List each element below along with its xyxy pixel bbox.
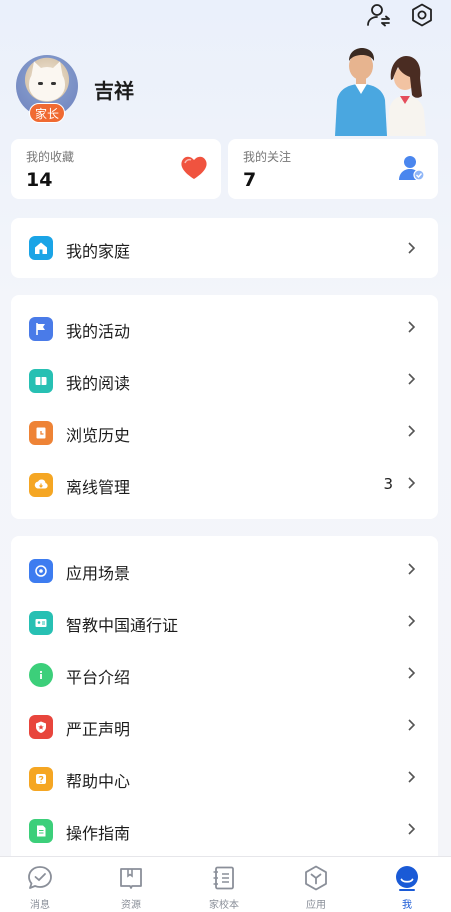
menu-item-label: 我的阅读 bbox=[66, 374, 131, 393]
menu-item-guide[interactable]: 操作指南 bbox=[11, 805, 438, 857]
tab-resources[interactable]: 资源 bbox=[86, 857, 176, 912]
apps-hexagon-icon bbox=[305, 865, 327, 891]
parents-illustration bbox=[327, 44, 437, 136]
user-name: 吉祥 bbox=[94, 79, 134, 103]
menu-item-scenes[interactable]: 应用场景 bbox=[11, 545, 438, 597]
follow-user-icon bbox=[399, 156, 425, 181]
other-card: 应用场景 智教中国通行证 平台介绍 严正声明 帮助中心 操作指南 bbox=[11, 536, 438, 866]
info-icon bbox=[29, 663, 53, 687]
favorites-count: 14 bbox=[26, 169, 53, 191]
chevron-right-icon bbox=[408, 719, 416, 731]
tab-me[interactable]: 我 bbox=[362, 857, 451, 912]
settings-hexagon-icon[interactable] bbox=[409, 2, 435, 28]
guide-icon bbox=[29, 819, 53, 843]
favorites-card[interactable]: 我的收藏 14 bbox=[11, 139, 221, 199]
tab-apps[interactable]: 应用 bbox=[271, 857, 361, 912]
chevron-right-icon bbox=[408, 242, 416, 254]
menu-item-label: 我的活动 bbox=[66, 322, 131, 341]
home-icon bbox=[29, 236, 53, 260]
following-label: 我的关注 bbox=[243, 150, 292, 164]
download-icon bbox=[29, 473, 53, 497]
chevron-right-icon bbox=[408, 615, 416, 627]
chevron-right-icon bbox=[408, 667, 416, 679]
tab-messages[interactable]: 消息 bbox=[0, 857, 85, 912]
menu-item-platform-intro[interactable]: 平台介绍 bbox=[11, 649, 438, 701]
menu-item-label: 平台介绍 bbox=[66, 668, 131, 687]
message-icon bbox=[28, 866, 52, 889]
menu-item-passport[interactable]: 智教中国通行证 bbox=[11, 597, 438, 649]
top-bar bbox=[0, 0, 451, 32]
history-icon bbox=[29, 421, 53, 445]
chevron-right-icon bbox=[408, 771, 416, 783]
menu-item-label: 应用场景 bbox=[66, 564, 131, 583]
bottom-tab-bar: 消息 资源 家校本 应用 我 bbox=[0, 856, 451, 912]
flag-icon bbox=[29, 317, 53, 341]
menu-item-help[interactable]: 帮助中心 bbox=[11, 753, 438, 805]
menu-item-label: 我的家庭 bbox=[66, 242, 131, 261]
user-switch-icon[interactable] bbox=[366, 2, 392, 28]
following-count: 7 bbox=[243, 169, 257, 191]
scene-icon bbox=[29, 559, 53, 583]
following-card[interactable]: 我的关注 7 bbox=[228, 139, 438, 199]
offline-count: 3 bbox=[383, 475, 393, 493]
notebook-icon bbox=[213, 866, 234, 890]
id-card-icon bbox=[29, 611, 53, 635]
menu-item-reading[interactable]: 我的阅读 bbox=[11, 355, 438, 407]
shield-icon bbox=[29, 715, 53, 739]
help-icon bbox=[29, 767, 53, 791]
menu-item-history[interactable]: 浏览历史 bbox=[11, 407, 438, 459]
menu-item-label: 操作指南 bbox=[66, 824, 131, 843]
menu-item-label: 严正声明 bbox=[66, 720, 131, 739]
chevron-right-icon bbox=[408, 425, 416, 437]
menu-item-family[interactable]: 我的家庭 bbox=[11, 218, 438, 278]
resource-book-icon bbox=[120, 868, 142, 889]
tab-notebook[interactable]: 家校本 bbox=[179, 857, 269, 912]
personal-card: 我的活动 我的阅读 浏览历史 离线管理 3 bbox=[11, 295, 438, 519]
chevron-right-icon bbox=[408, 563, 416, 575]
chevron-right-icon bbox=[408, 321, 416, 333]
menu-item-label: 浏览历史 bbox=[66, 426, 131, 445]
menu-item-label: 离线管理 bbox=[66, 478, 131, 497]
chevron-right-icon bbox=[408, 823, 416, 835]
family-card: 我的家庭 bbox=[11, 218, 438, 278]
role-badge: 家长 bbox=[29, 103, 65, 123]
chevron-right-icon bbox=[408, 477, 416, 489]
tab-label: 家校本 bbox=[209, 900, 239, 911]
tab-label: 消息 bbox=[30, 900, 50, 911]
profile-icon bbox=[396, 866, 418, 891]
menu-item-label: 帮助中心 bbox=[66, 772, 131, 791]
heart-icon bbox=[181, 156, 207, 179]
tab-label: 我 bbox=[402, 900, 412, 911]
stats-row: 我的收藏 14 我的关注 7 bbox=[11, 139, 438, 199]
menu-item-label: 智教中国通行证 bbox=[66, 616, 179, 635]
menu-item-activities[interactable]: 我的活动 bbox=[11, 303, 438, 355]
book-icon bbox=[29, 369, 53, 393]
tab-label: 应用 bbox=[306, 900, 326, 911]
favorites-label: 我的收藏 bbox=[26, 150, 75, 164]
chevron-right-icon bbox=[408, 373, 416, 385]
menu-item-offline[interactable]: 离线管理 3 bbox=[11, 459, 438, 511]
menu-item-statement[interactable]: 严正声明 bbox=[11, 701, 438, 753]
tab-label: 资源 bbox=[121, 900, 141, 911]
